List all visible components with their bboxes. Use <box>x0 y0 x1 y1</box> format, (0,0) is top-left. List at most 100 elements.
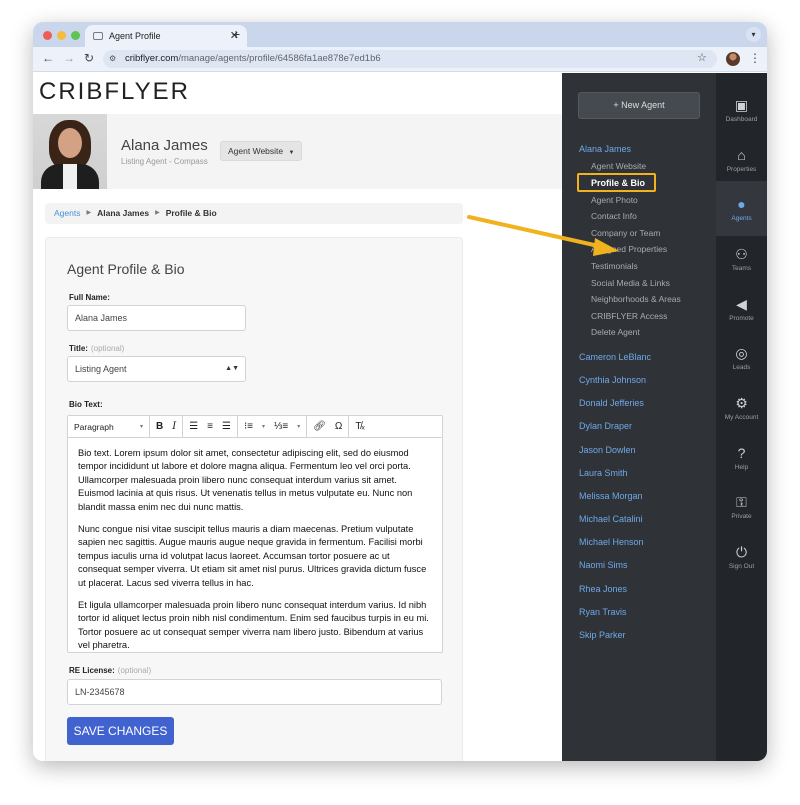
rail-item-properties[interactable]: ⌂ Properties <box>716 138 767 186</box>
chevron-down-icon[interactable]: ▾ <box>262 423 265 430</box>
license-input[interactable]: LN-2345678 <box>67 679 442 705</box>
sidebar-agent-link[interactable]: Skip Parker <box>579 630 626 640</box>
rail-label: My Account <box>724 414 759 421</box>
sidebar-agent-link[interactable]: Ryan Travis <box>579 607 627 617</box>
browser-window: Agent Profile ✕ + ▾ ← → ↻ ⚙ cribflyer.co… <box>33 22 767 761</box>
sidebar-agent-link[interactable]: Melissa Morgan <box>579 491 643 501</box>
new-tab-icon[interactable]: + <box>232 26 240 42</box>
bio-paragraph: Bio text. Lorem ipsum dolor sit amet, co… <box>78 448 413 512</box>
sidebar-item-agent-photo[interactable]: Agent Photo <box>591 195 638 205</box>
teams-icon: ⚇ <box>735 246 748 262</box>
rail-item-agents[interactable]: ● Agents <box>716 181 767 236</box>
bio-label: Bio Text: <box>69 400 103 409</box>
rail-item-dashboard[interactable]: ▣ Dashboard <box>716 88 767 136</box>
rail-label: Dashboard <box>725 116 758 123</box>
sidebar-item-neighborhoods[interactable]: Neighborhoods & Areas <box>591 294 681 304</box>
sidebar-item-agent-website[interactable]: Agent Website <box>591 161 646 171</box>
sidebar-agent-link[interactable]: Laura Smith <box>579 468 628 478</box>
save-changes-button[interactable]: SAVE CHANGES <box>67 717 174 745</box>
sidebar-agent-link[interactable]: Michael Catalini <box>579 514 643 524</box>
favicon-icon <box>93 32 103 40</box>
minimize-window-button[interactable] <box>57 31 66 40</box>
paragraph-format-label: Paragraph <box>74 421 114 432</box>
chevron-down-icon[interactable]: ▾ <box>297 423 300 430</box>
rail-item-my-account[interactable]: ⚙ My Account <box>716 386 767 434</box>
url-field[interactable]: ⚙ cribflyer.com/manage/agents/profile/64… <box>103 50 717 68</box>
editor-body[interactable]: Bio text. Lorem ipsum dolor sit amet, co… <box>78 447 430 662</box>
special-character-icon[interactable]: Ω <box>335 421 342 432</box>
paragraph-format-select[interactable]: Paragraph ▾ <box>68 415 150 438</box>
tab-title: Agent Profile <box>109 31 161 41</box>
rail-label: Sign Out <box>728 563 755 570</box>
sidebar-item-social-media[interactable]: Social Media & Links <box>591 278 670 288</box>
text-style-group: B I <box>150 415 184 438</box>
italic-icon[interactable]: I <box>172 421 176 432</box>
rail-item-promote[interactable]: ◀ Promote <box>716 287 767 335</box>
breadcrumb-current: Profile & Bio <box>165 208 217 218</box>
properties-icon: ⌂ <box>737 147 746 163</box>
align-left-icon[interactable]: ☰ <box>189 421 198 432</box>
sidebar-item-cribflyer-access[interactable]: CRIBFLYER Access <box>591 311 667 321</box>
bio-editor[interactable]: Paragraph ▾ B I ☰ ≡ ☰ ⁝≡ ▾ ⅓≡ ▾ 🔗︎ Ω T̸ₓ… <box>67 415 443 653</box>
form-title: Agent Profile & Bio <box>67 261 185 277</box>
forward-arrow-icon[interactable]: → <box>63 51 75 65</box>
title-label-text: Title: <box>69 344 88 353</box>
sidebar-item-testimonials[interactable]: Testimonials <box>591 261 638 271</box>
numbered-list-icon[interactable]: ⅓≡ <box>274 421 288 432</box>
sidebar-agent-link[interactable]: Jason Dowlen <box>579 445 636 455</box>
bookmark-star-icon[interactable]: ☆ <box>697 51 707 64</box>
back-arrow-icon[interactable]: ← <box>42 51 54 65</box>
logo[interactable]: CRIBFLYER <box>39 78 190 106</box>
clear-formatting-icon[interactable]: T̸ₓ <box>355 421 364 432</box>
browser-menu-icon[interactable]: ⋮ <box>749 51 761 65</box>
rail-item-private[interactable]: ⚿ Private <box>716 485 767 533</box>
rail-item-teams[interactable]: ⚇ Teams <box>716 237 767 285</box>
breadcrumb: Agents ▶ Alana James ▶ Profile & Bio <box>45 203 463 224</box>
tab-menu-chevron-icon[interactable]: ▾ <box>746 27 761 42</box>
breadcrumb-agents-link[interactable]: Agents <box>54 203 80 224</box>
sidebar-agent-link[interactable]: Dylan Draper <box>579 421 632 431</box>
sidebar-agent-link[interactable]: Cameron LeBlanc <box>579 352 651 362</box>
breadcrumb-agent: Alana James <box>97 208 150 218</box>
maximize-window-button[interactable] <box>71 31 80 40</box>
address-bar: ← → ↻ ⚙ cribflyer.com/manage/agents/prof… <box>33 47 767 72</box>
rail-item-leads[interactable]: ◎ Leads <box>716 336 767 384</box>
rail-label: Properties <box>726 166 757 173</box>
agent-website-dropdown[interactable]: Agent Website ▼ <box>220 141 303 161</box>
rail-item-help[interactable]: ? Help <box>716 436 767 484</box>
sidebar-agent-link[interactable]: Donald Jefferies <box>579 398 644 408</box>
close-window-button[interactable] <box>43 31 52 40</box>
full-name-input[interactable]: Alana James <box>67 305 246 331</box>
power-icon: ⏻ <box>735 544 748 560</box>
breadcrumb-separator-icon: ▶ <box>86 210 92 216</box>
tab-bar: Agent Profile ✕ + ▾ <box>33 22 767 47</box>
sidebar-item-contact-info[interactable]: Contact Info <box>591 211 637 221</box>
agent-name: Alana James <box>121 137 208 154</box>
rail-item-sign-out[interactable]: ⏻ Sign Out <box>716 535 767 583</box>
browser-profile-avatar[interactable] <box>726 52 740 66</box>
rail-label: Help <box>734 464 749 471</box>
sidebar-agent-link[interactable]: Michael Henson <box>579 537 644 547</box>
browser-tab[interactable]: Agent Profile ✕ <box>85 25 247 47</box>
agent-sidebar: + New Agent Alana James Agent Website Pr… <box>562 73 716 761</box>
alignment-group: ☰ ≡ ☰ <box>183 415 238 438</box>
sidebar-agent-link[interactable]: Rhea Jones <box>579 584 627 594</box>
align-center-icon[interactable]: ≡ <box>207 421 213 432</box>
gear-icon: ⚙ <box>735 395 748 411</box>
sidebar-item-assigned-properties[interactable]: Assigned Properties <box>591 244 667 254</box>
align-right-icon[interactable]: ☰ <box>222 421 231 432</box>
title-select[interactable]: Listing Agent ▲▼ <box>67 356 246 382</box>
new-agent-button[interactable]: + New Agent <box>578 92 700 119</box>
agent-website-dropdown-label: Agent Website <box>228 146 284 156</box>
link-icon[interactable]: 🔗︎ <box>313 421 326 432</box>
sidebar-current-agent[interactable]: Alana James <box>579 144 631 154</box>
sidebar-agent-link[interactable]: Cynthia Johnson <box>579 375 646 385</box>
sidebar-agent-link[interactable]: Naomi Sims <box>579 560 628 570</box>
target-icon: ◎ <box>735 345 748 361</box>
sidebar-item-company-team[interactable]: Company or Team <box>591 228 660 238</box>
bullet-list-icon[interactable]: ⁝≡ <box>244 421 253 432</box>
bold-icon[interactable]: B <box>156 421 163 432</box>
site-settings-icon[interactable]: ⚙ <box>109 54 119 64</box>
reload-icon[interactable]: ↻ <box>84 51 94 65</box>
sidebar-item-delete-agent[interactable]: Delete Agent <box>591 327 640 337</box>
